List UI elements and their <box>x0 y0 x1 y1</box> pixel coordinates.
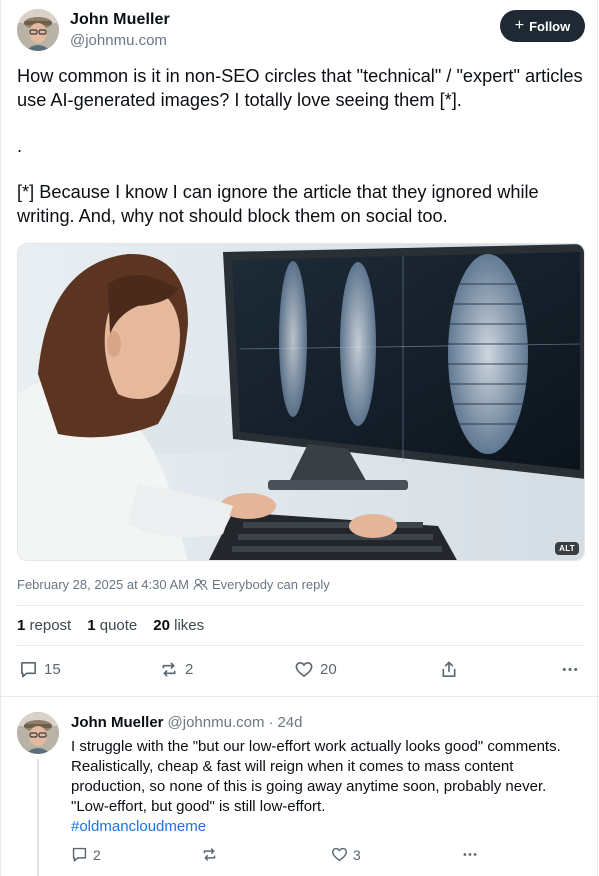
reply-header: John Mueller @johnmu.com · 24d <box>71 714 302 731</box>
like-count: 20 <box>320 661 337 678</box>
post-image[interactable]: ALT <box>17 243 585 561</box>
comment-icon <box>72 847 87 862</box>
heart-icon <box>331 847 348 862</box>
main-post: John Mueller @johnmu.com + Follow How co… <box>0 0 599 697</box>
plus-icon: + <box>514 16 525 34</box>
reply-author-name[interactable]: John Mueller <box>71 714 164 731</box>
post-timestamp: February 28, 2025 at 4:30 AM <box>17 577 189 592</box>
reply-like-count: 3 <box>353 846 361 863</box>
reply-age[interactable]: 24d <box>277 714 302 731</box>
reply-post[interactable]: John Mueller @johnmu.com · 24d I struggl… <box>0 697 599 876</box>
more-options-button[interactable] <box>560 660 580 679</box>
divider <box>17 645 585 646</box>
reply-separator: · <box>268 714 274 731</box>
reposts-stat[interactable]: 1 repost <box>17 617 71 634</box>
divider <box>17 605 585 606</box>
reply-reply-count: 2 <box>93 846 101 863</box>
post-text-footnote: [*] Because I know I can ignore the arti… <box>17 182 539 226</box>
share-button[interactable] <box>440 660 458 679</box>
post-stats: 1 repost 1 quote 20 likes <box>17 617 204 634</box>
post-body: How common is it in non-SEO circles that… <box>17 64 587 228</box>
post-text-dot: . <box>17 136 23 156</box>
like-button[interactable]: 20 <box>294 660 337 679</box>
more-icon <box>463 853 477 856</box>
post-meta: February 28, 2025 at 4:30 AM Everybody c… <box>17 577 330 592</box>
reply-setting[interactable]: Everybody can reply <box>193 577 330 592</box>
alt-text-badge[interactable]: ALT <box>555 542 579 555</box>
comment-icon <box>21 662 36 678</box>
reply-like-button[interactable]: 3 <box>331 846 361 863</box>
repost-icon <box>162 662 176 677</box>
thread-line <box>37 759 39 876</box>
reply-repost-button[interactable] <box>201 846 218 863</box>
people-icon <box>193 578 208 591</box>
post-text-main: How common is it in non-SEO circles that… <box>17 66 583 110</box>
heart-icon <box>295 662 313 677</box>
reply-body: I struggle with the "but our low-effort … <box>71 737 581 837</box>
reply-setting-label: Everybody can reply <box>212 577 330 592</box>
follow-label: Follow <box>529 18 571 34</box>
likes-stat[interactable]: 20 likes <box>153 617 204 634</box>
more-icon <box>562 667 578 672</box>
reply-count: 15 <box>44 661 61 678</box>
reply-more-options-button[interactable] <box>460 846 480 863</box>
hashtag-link[interactable]: #oldmancloudmeme <box>71 818 206 835</box>
reply-text: I struggle with the "but our low-effort … <box>71 738 561 815</box>
author-handle[interactable]: @johnmu.com <box>70 32 167 49</box>
reply-button[interactable]: 15 <box>19 660 61 679</box>
share-icon <box>442 661 456 677</box>
quotes-stat[interactable]: 1 quote <box>87 617 137 634</box>
reply-reply-button[interactable]: 2 <box>71 846 101 863</box>
repost-count: 2 <box>185 661 194 678</box>
repost-button[interactable]: 2 <box>159 660 193 679</box>
author-avatar[interactable] <box>17 9 59 51</box>
repost-icon <box>203 848 216 861</box>
reply-author-handle[interactable]: @johnmu.com <box>168 714 265 731</box>
author-name[interactable]: John Mueller <box>70 11 170 29</box>
follow-button[interactable]: + Follow <box>500 10 585 42</box>
reply-author-avatar[interactable] <box>17 712 59 754</box>
